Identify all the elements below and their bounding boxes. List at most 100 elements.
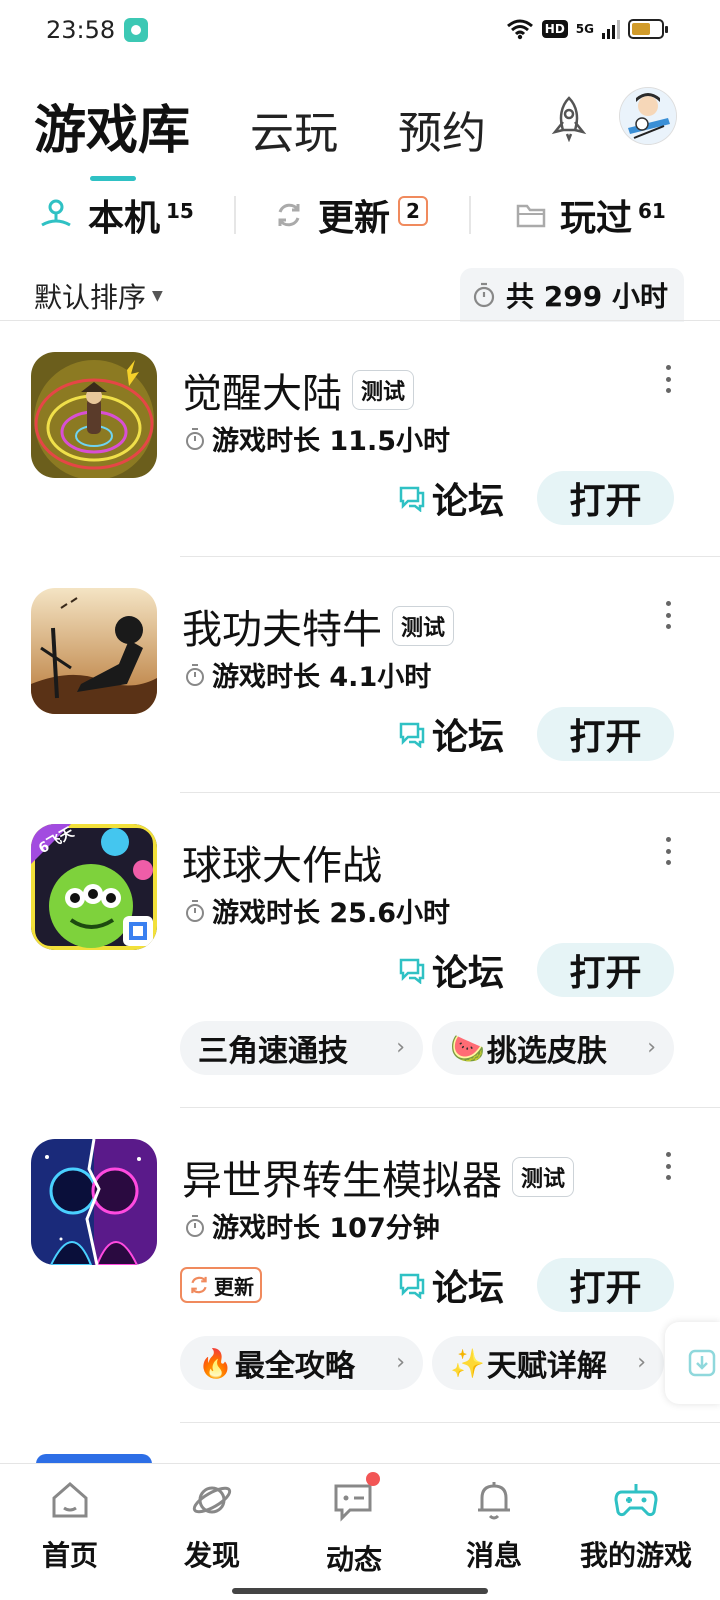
- game-icon[interactable]: 6飞天: [31, 824, 157, 950]
- total-playtime-label: 共 299 小时: [506, 280, 668, 313]
- floating-download-tab[interactable]: [665, 1322, 720, 1404]
- bottom-nav: 首页 发现 动态 消息 我的游戏: [0, 1463, 720, 1600]
- forum-button[interactable]: 论坛: [398, 1258, 504, 1312]
- status-bar: 23:58 HD 5G: [0, 0, 720, 64]
- filter-played[interactable]: 玩过 61: [516, 186, 666, 244]
- nav-feed[interactable]: 动态: [284, 1472, 424, 1588]
- top-tabs: 游戏库 云玩 预约: [34, 88, 546, 181]
- status-time: 23:58: [46, 16, 116, 44]
- app-notification-icon: [124, 18, 148, 42]
- nav-label: 首页: [41, 1539, 98, 1572]
- filter-update-label: 更新: [318, 198, 391, 239]
- divider: [0, 320, 720, 321]
- nav-my-games[interactable]: 我的游戏: [566, 1478, 706, 1588]
- more-options-button[interactable]: [662, 601, 674, 629]
- planet-icon: [192, 1486, 232, 1514]
- game-icon-image: [31, 1139, 157, 1265]
- game-title[interactable]: 我功夫特牛: [182, 597, 382, 655]
- guide-chip[interactable]: 🔥 最全攻略 ›: [180, 1336, 423, 1390]
- nav-messages[interactable]: 消息: [424, 1478, 564, 1588]
- game-icon[interactable]: [31, 1139, 157, 1265]
- guide-chip[interactable]: 🍉 挑选皮肤 ›: [432, 1021, 674, 1075]
- sparkles-icon: ✨: [450, 1346, 485, 1380]
- sort-label: 默认排序: [34, 281, 147, 314]
- update-badge[interactable]: 更新: [180, 1267, 262, 1303]
- nav-label: 发现: [183, 1539, 240, 1572]
- forum-label: 论坛: [432, 1268, 505, 1309]
- folder-icon: [516, 204, 546, 228]
- wifi-icon: [506, 19, 533, 40]
- game-playtime-label: 游戏时长 4.1小时: [212, 662, 432, 693]
- more-options-button[interactable]: [662, 1152, 674, 1180]
- game-title[interactable]: 异世界转生模拟器: [182, 1148, 502, 1206]
- chevron-right-icon: ›: [637, 1350, 646, 1375]
- hd-icon: HD: [541, 20, 568, 38]
- divider: [234, 196, 236, 234]
- game-playtime-label: 游戏时长 25.6小时: [212, 898, 451, 929]
- game-icon[interactable]: [31, 352, 157, 478]
- tab-game-library[interactable]: 游戏库: [34, 88, 190, 181]
- more-options-button[interactable]: [662, 365, 674, 393]
- bell-icon: [478, 1482, 510, 1520]
- forum-button[interactable]: 论坛: [398, 471, 504, 525]
- nav-discover[interactable]: 发现: [142, 1478, 282, 1588]
- active-tab-indicator: [90, 176, 136, 181]
- download-icon: [688, 1349, 716, 1377]
- nav-label: 动态: [325, 1543, 382, 1576]
- divider: [180, 1107, 720, 1108]
- open-button[interactable]: 打开: [537, 1258, 674, 1312]
- filter-local-count: 15: [166, 199, 194, 223]
- chat-bubble-icon: [399, 958, 425, 984]
- filter-row: 本机 15 更新 2 玩过 61: [0, 186, 720, 244]
- nav-home[interactable]: 首页: [0, 1478, 140, 1588]
- chevron-right-icon: ›: [647, 1035, 656, 1060]
- game-icon-image: [31, 588, 157, 714]
- open-button[interactable]: 打开: [537, 707, 674, 761]
- more-options-button[interactable]: [662, 837, 674, 865]
- filter-local-label: 本机: [88, 198, 161, 239]
- game-playtime: 游戏时长 4.1小时: [184, 655, 431, 694]
- chat-bubble-icon: [399, 486, 425, 512]
- stopwatch-icon: [186, 899, 204, 922]
- test-badge: 测试: [512, 1157, 575, 1197]
- avatar[interactable]: [620, 88, 676, 144]
- stopwatch-icon: [473, 282, 495, 308]
- test-badge: 测试: [392, 606, 455, 646]
- chat-bubble-icon: [399, 1273, 425, 1299]
- sort-dropdown[interactable]: 默认排序 ▼: [34, 276, 163, 316]
- network-type: 5G: [575, 22, 594, 36]
- forum-button[interactable]: 论坛: [398, 943, 504, 997]
- test-badge: 测试: [352, 370, 415, 410]
- chevron-right-icon: ›: [396, 1350, 405, 1375]
- watermelon-icon: 🍉: [450, 1031, 485, 1065]
- fire-icon: 🔥: [198, 1346, 233, 1380]
- chip-label: 挑选皮肤: [486, 1034, 607, 1069]
- forum-label: 论坛: [432, 953, 505, 994]
- open-button[interactable]: 打开: [537, 471, 674, 525]
- battery-icon: [628, 19, 668, 39]
- open-button[interactable]: 打开: [537, 943, 674, 997]
- filter-played-label: 玩过: [560, 198, 633, 239]
- forum-button[interactable]: 论坛: [398, 707, 504, 761]
- rocket-icon[interactable]: [545, 94, 593, 142]
- game-title[interactable]: 觉醒大陆: [182, 361, 342, 419]
- game-playtime: 游戏时长 11.5小时: [184, 419, 450, 458]
- tab-reservations[interactable]: 预约: [398, 97, 486, 161]
- tab-cloud-play[interactable]: 云玩: [250, 97, 338, 161]
- guide-chip[interactable]: ✨ 天赋详解 ›: [432, 1336, 664, 1390]
- home-icon: [52, 1482, 88, 1518]
- stopwatch-icon: [186, 427, 204, 450]
- chip-label: 三角速通技: [198, 1034, 348, 1069]
- game-icon[interactable]: [31, 588, 157, 714]
- nav-label: 我的游戏: [579, 1539, 692, 1572]
- gamepad-icon: [614, 1484, 658, 1517]
- guide-chip[interactable]: 三角速通技 ›: [180, 1021, 423, 1075]
- game-playtime: 游戏时长 107分钟: [184, 1206, 440, 1245]
- stopwatch-icon: [186, 663, 204, 686]
- game-title[interactable]: 球球大作战: [182, 833, 382, 891]
- filter-update[interactable]: 更新 2: [274, 186, 428, 244]
- divider: [469, 196, 471, 234]
- forum-label: 论坛: [432, 481, 505, 522]
- filter-local[interactable]: 本机 15: [38, 186, 194, 244]
- game-playtime-label: 游戏时长 107分钟: [212, 1213, 440, 1244]
